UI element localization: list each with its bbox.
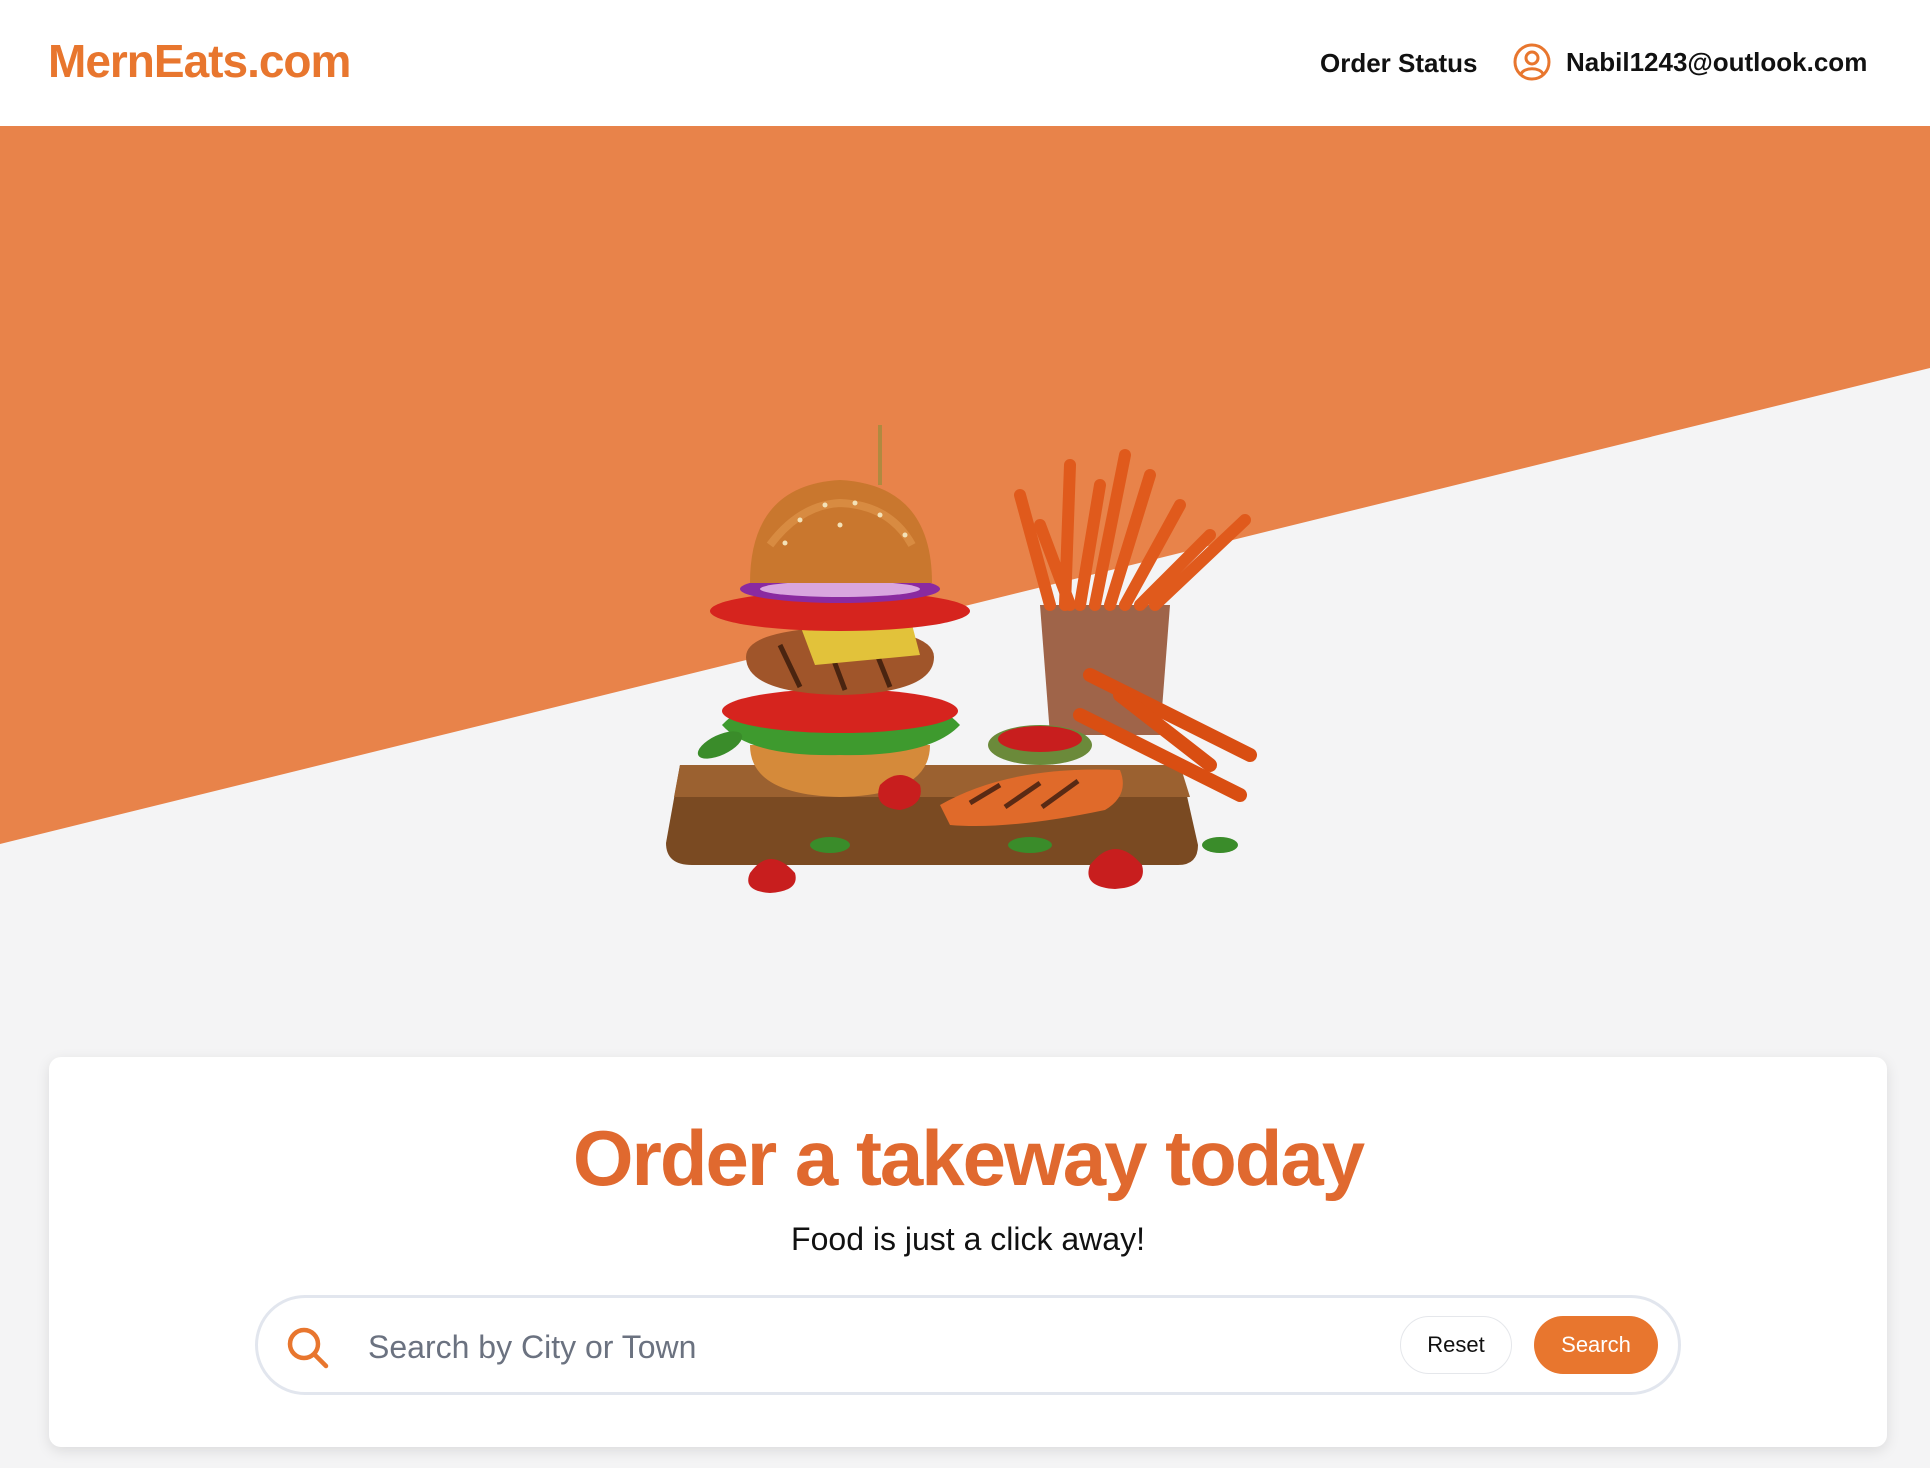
order-status-link[interactable]: Order Status <box>1320 48 1478 79</box>
page-title: Order a takeway today <box>572 1114 1365 1202</box>
search-bar: Reset Search <box>255 1295 1681 1395</box>
page-subtitle: Food is just a click away! <box>791 1221 1145 1257</box>
user-email: Nabil1243@outlook.com <box>1566 46 1868 77</box>
search-input[interactable] <box>366 1320 1350 1374</box>
site-logo[interactable]: MernEats.com <box>48 34 351 88</box>
user-menu[interactable]: Nabil1243@outlook.com <box>1512 42 1867 82</box>
search-card: Order a takeway today Food is just a cli… <box>49 1057 1887 1447</box>
user-circle-icon <box>1513 43 1551 81</box>
hero-banner <box>0 130 1930 1096</box>
burger-and-fries-image <box>666 425 1257 893</box>
site-header: MernEats.com Order Status Nabil1243@outl… <box>0 0 1930 130</box>
search-icon <box>287 1327 329 1369</box>
reset-button[interactable]: Reset <box>1400 1316 1512 1374</box>
search-button[interactable]: Search <box>1534 1316 1658 1374</box>
